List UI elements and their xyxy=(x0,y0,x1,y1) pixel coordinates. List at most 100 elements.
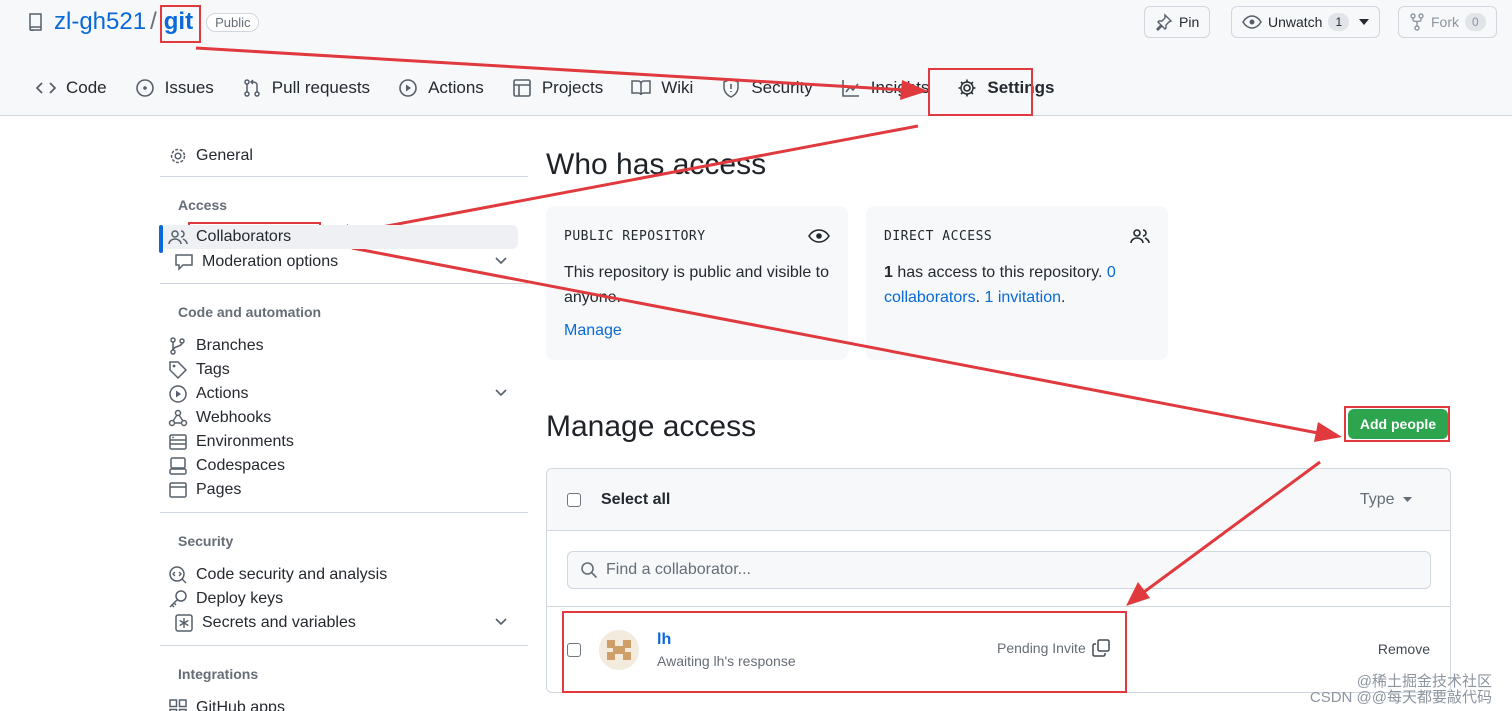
search-row: Find a collaborator... xyxy=(547,531,1450,607)
tab-pull-requests[interactable]: Pull requests xyxy=(242,72,370,104)
repo-header: zl-gh521 / git Public Pin Unwatch 1 Fork… xyxy=(0,0,1512,116)
tab-insights[interactable]: Insights xyxy=(841,72,930,104)
pin-icon xyxy=(1155,13,1173,31)
annotation-box-repo-name xyxy=(160,5,201,43)
sidebar-item-pages-label: Pages xyxy=(196,481,242,498)
card-heading: PUBLIC REPOSITORY xyxy=(564,226,830,246)
caret-down-icon xyxy=(1403,496,1412,503)
sidebar-divider xyxy=(160,512,528,513)
sidebar-item-environments[interactable]: Environments xyxy=(160,430,528,454)
chevron-down-icon[interactable] xyxy=(494,615,508,629)
search-icon xyxy=(580,561,606,579)
tab-security-label: Security xyxy=(751,78,813,97)
remove-button[interactable]: Remove xyxy=(1378,641,1430,657)
tab-actions[interactable]: Actions xyxy=(398,72,484,104)
sidebar-item-moderation-label: Moderation options xyxy=(202,253,339,270)
repo-owner-link[interactable]: zl-gh521 xyxy=(54,8,146,36)
table-icon xyxy=(512,78,532,98)
sidebar-item-collaborators[interactable]: Collaborators xyxy=(159,225,528,253)
sidebar-item-branches-label: Branches xyxy=(196,337,264,354)
direct-access-sep: . xyxy=(975,289,985,306)
direct-access-heading: DIRECT ACCESS xyxy=(884,228,993,244)
sidebar-item-actions[interactable]: Actions xyxy=(160,382,528,406)
tab-insights-label: Insights xyxy=(870,78,930,97)
tab-wiki[interactable]: Wiki xyxy=(631,72,693,104)
repo-icon xyxy=(28,13,44,31)
tab-code[interactable]: Code xyxy=(36,72,107,104)
public-repository-heading: PUBLIC REPOSITORY xyxy=(564,228,706,244)
sidebar-item-environments-label: Environments xyxy=(196,433,294,450)
tab-pull-requests-label: Pull requests xyxy=(271,78,371,97)
find-collaborator-input[interactable]: Find a collaborator... xyxy=(567,551,1431,589)
code-icon xyxy=(36,78,56,98)
tab-security[interactable]: Security xyxy=(721,72,813,104)
sidebar-item-tags[interactable]: Tags xyxy=(160,358,528,382)
fork-label: Fork xyxy=(1431,14,1459,30)
people-icon xyxy=(1130,227,1150,245)
key-icon xyxy=(168,589,188,609)
chevron-down-icon[interactable] xyxy=(494,254,508,268)
search-placeholder: Find a collaborator... xyxy=(606,561,751,578)
direct-access-text: 1 has access to this repository. 0 colla… xyxy=(884,260,1150,310)
manage-access-title: Manage access xyxy=(546,410,757,443)
pin-button[interactable]: Pin xyxy=(1144,6,1211,38)
sidebar-divider xyxy=(160,283,528,284)
apps-icon xyxy=(168,698,188,711)
fork-icon xyxy=(1409,13,1425,31)
sidebar-item-general[interactable]: General xyxy=(160,144,528,168)
tag-icon xyxy=(168,360,188,380)
sidebar-item-deploy-keys[interactable]: Deploy keys xyxy=(160,587,528,611)
annotation-box-settings xyxy=(928,68,1033,116)
sidebar-item-webhooks[interactable]: Webhooks xyxy=(160,406,528,430)
manage-link[interactable]: Manage xyxy=(564,322,830,340)
caret-down-icon xyxy=(1359,19,1370,25)
sidebar-item-code-security[interactable]: Code security and analysis xyxy=(160,563,528,587)
sidebar-item-secrets-label: Secrets and variables xyxy=(202,614,356,631)
pin-label: Pin xyxy=(1179,14,1200,30)
unwatch-count: 1 xyxy=(1328,13,1350,31)
branch-icon xyxy=(168,336,188,356)
sidebar-item-codespaces-label: Codespaces xyxy=(196,457,285,474)
sidebar-heading-access: Access xyxy=(178,197,228,213)
gear-icon xyxy=(168,146,188,166)
card-heading: DIRECT ACCESS xyxy=(884,226,1150,246)
annotation-box-add-people xyxy=(1344,406,1450,442)
tab-code-label: Code xyxy=(66,78,107,97)
play-icon xyxy=(168,384,188,404)
sidebar-item-branches[interactable]: Branches xyxy=(160,334,528,358)
invitation-count-link[interactable]: 1 invitation xyxy=(985,289,1062,306)
repo-tabs: Code Issues Pull requests Actions Projec… xyxy=(36,72,1082,104)
tab-issues[interactable]: Issues xyxy=(135,72,214,104)
sidebar-item-deploy-keys-label: Deploy keys xyxy=(196,590,284,607)
sidebar-item-github-apps-label: GitHub apps xyxy=(196,699,285,711)
select-all-label: Select all xyxy=(601,490,671,508)
annotation-box-collaborator-row xyxy=(562,611,1127,693)
chevron-down-icon[interactable] xyxy=(494,386,508,400)
type-filter-dropdown[interactable]: Type xyxy=(1360,491,1412,509)
tab-projects[interactable]: Projects xyxy=(512,72,603,104)
select-all-checkbox[interactable] xyxy=(567,492,581,507)
tab-wiki-label: Wiki xyxy=(661,78,694,97)
sidebar-item-github-apps[interactable]: GitHub apps xyxy=(160,696,528,711)
sidebar-item-tags-label: Tags xyxy=(196,361,230,378)
play-icon xyxy=(398,78,418,98)
unwatch-button[interactable]: Unwatch 1 xyxy=(1231,6,1381,38)
codescan-icon xyxy=(168,565,188,585)
shield-icon xyxy=(721,78,741,98)
tab-actions-label: Actions xyxy=(428,78,484,97)
type-filter-label: Type xyxy=(1359,491,1395,508)
sidebar-item-moderation[interactable]: Moderation options xyxy=(160,250,528,274)
direct-access-end: . xyxy=(1061,289,1066,306)
comment-icon xyxy=(174,252,194,272)
book-icon xyxy=(631,78,651,98)
repo-slash: / xyxy=(150,8,157,35)
tab-issues-label: Issues xyxy=(164,78,214,97)
fork-button[interactable]: Fork 0 xyxy=(1398,6,1497,38)
sidebar-item-codespaces[interactable]: Codespaces xyxy=(160,454,528,478)
sidebar-item-pages[interactable]: Pages xyxy=(160,478,528,502)
public-repository-text: This repository is public and visible to… xyxy=(564,264,830,306)
direct-access-card: DIRECT ACCESS 1 has access to this repos… xyxy=(866,206,1168,360)
sidebar-item-secrets[interactable]: Secrets and variables xyxy=(160,611,528,635)
webhook-icon xyxy=(168,408,188,428)
eye-icon xyxy=(808,229,830,243)
